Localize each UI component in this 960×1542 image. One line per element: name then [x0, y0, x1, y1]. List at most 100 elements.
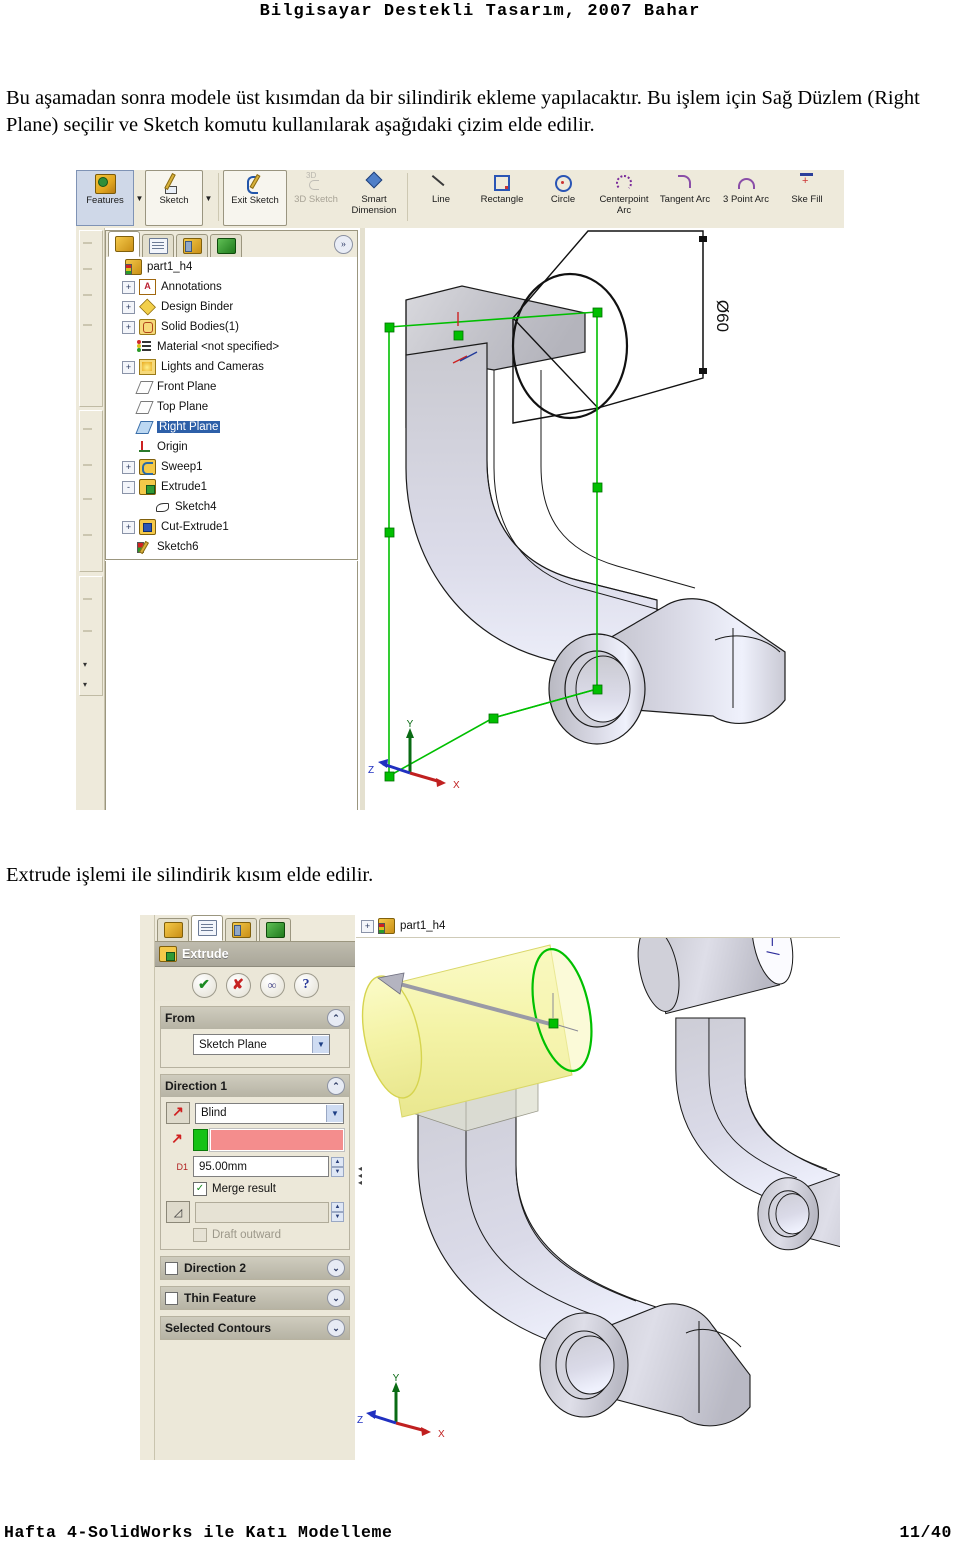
feature-manager-tab[interactable] [157, 918, 189, 941]
toolbar-button-centerpoint-arc[interactable]: Centerpoint Arc [592, 170, 656, 226]
stepper-down[interactable]: ▼ [331, 1212, 344, 1222]
direction2-section-header[interactable]: Direction 2 ⌄ [161, 1257, 349, 1279]
chevron-up-icon[interactable]: ⌃ [327, 1077, 345, 1095]
reverse-direction-button[interactable]: ↗ [166, 1102, 190, 1124]
configuration-manager-tab[interactable] [176, 234, 208, 257]
tree-item-solid-bodies[interactable]: + Solid Bodies(1) [106, 317, 357, 337]
rail-overflow-arrow[interactable]: ▾ [83, 660, 87, 669]
draft-angle-button[interactable]: ◿ [166, 1201, 190, 1223]
direction-reference-field[interactable] [209, 1128, 345, 1152]
chevron-down-icon[interactable]: ▼ [312, 1036, 329, 1053]
toolbar-button-line[interactable]: Line [412, 170, 470, 226]
thin-feature-checkbox[interactable] [165, 1291, 178, 1305]
property-manager-tab[interactable] [142, 234, 174, 257]
tree-item-design-binder[interactable]: + Design Binder [106, 297, 357, 317]
rail-group-1[interactable] [79, 230, 103, 407]
cancel-button[interactable]: ✘ [225, 972, 251, 998]
stepper-up[interactable]: ▲ [331, 1156, 344, 1167]
toolbar-button-sketch[interactable]: Sketch [145, 170, 203, 226]
tree-item-material[interactable]: Material <not specified> [106, 337, 357, 357]
property-manager-tab[interactable] [191, 915, 223, 941]
feature-manager-tab[interactable] [108, 231, 140, 257]
exit-sketch-icon [245, 174, 265, 194]
draft-outward-checkbox[interactable]: Draft outward [193, 1228, 344, 1242]
tree-item-sweep1[interactable]: + Sweep1 [106, 457, 357, 477]
tree-item-label: Sweep1 [161, 461, 203, 473]
tree-expander[interactable]: + [122, 520, 135, 534]
sketch-toolbar: Features ▼ Sketch ▼ Exit Sketch 3D Sketc… [76, 170, 844, 229]
toolbar-button-exit-sketch[interactable]: Exit Sketch [223, 170, 287, 226]
help-button[interactable]: ? [293, 972, 319, 998]
tree-item-annotations[interactable]: + A Annotations [106, 277, 357, 297]
ok-button[interactable]: ✔ [191, 972, 217, 998]
tree-item-cut-extrude1[interactable]: + Cut-Extrude1 [106, 517, 357, 537]
tree-expander[interactable]: + [122, 320, 135, 334]
tree-expander[interactable]: + [122, 300, 135, 314]
selected-contours-section-header[interactable]: Selected Contours ⌄ [161, 1317, 349, 1339]
display-manager-tab[interactable] [259, 918, 291, 941]
toolbar-button-rectangle[interactable]: Rectangle [470, 170, 534, 226]
graphics-viewport-extrude[interactable]: + part1_h4 ◂ ◂ ◂ Y X Z [356, 915, 840, 1460]
chevron-down-icon[interactable]: ⌄ [327, 1319, 345, 1337]
graphics-viewport-sketch[interactable]: Ø60 Y X Z [365, 228, 844, 810]
toolbar-button-3-point-arc[interactable]: 3 Point Arc [714, 170, 778, 226]
stepper-up[interactable]: ▲ [331, 1202, 344, 1212]
direction1-section-header[interactable]: Direction 1 ⌃ [161, 1075, 349, 1097]
merge-result-checkbox[interactable]: ✓ Merge result [193, 1182, 344, 1196]
tree-item-part[interactable]: part1_h4 [106, 257, 357, 277]
viewport-scroll-arrows[interactable]: ◂ ◂ ◂ [358, 1165, 362, 1187]
tree-expander[interactable]: + [122, 460, 135, 474]
tree-item-origin[interactable]: Origin [106, 437, 357, 457]
rail-group-2[interactable] [79, 410, 103, 572]
depth-value: 95.00mm [199, 1160, 247, 1173]
direction2-section: Direction 2 ⌄ [160, 1256, 350, 1280]
tree-expander[interactable]: + [122, 360, 135, 374]
thin-feature-section-header[interactable]: Thin Feature ⌄ [161, 1287, 349, 1309]
chevron-down-icon[interactable]: ▼ [326, 1104, 343, 1122]
toolbar-button-3d-sketch[interactable]: 3D Sketch [287, 170, 345, 226]
tree-expander[interactable]: - [122, 480, 135, 494]
start-condition-select[interactable]: Sketch Plane ▼ [193, 1034, 330, 1055]
from-section-header[interactable]: From ⌃ [161, 1007, 349, 1029]
configuration-manager-tab[interactable] [225, 918, 257, 941]
tree-item-top-plane[interactable]: Top Plane [106, 397, 357, 417]
draft-stepper[interactable]: ▲ ▼ [331, 1202, 344, 1222]
depth-stepper[interactable]: ▲ ▼ [331, 1156, 344, 1177]
tree-item-extrude1[interactable]: - Extrude1 [106, 477, 357, 497]
end-condition-select[interactable]: Blind ▼ [195, 1102, 344, 1124]
chevron-down-icon[interactable]: ⌄ [327, 1259, 345, 1277]
selected-contours-section: Selected Contours ⌄ [160, 1316, 350, 1340]
stepper-down[interactable]: ▼ [331, 1166, 344, 1177]
direction2-checkbox[interactable] [165, 1261, 178, 1275]
tree-expander [122, 542, 133, 553]
chevron-expand-icon[interactable]: » [334, 235, 353, 254]
tree-item-right-plane[interactable]: Right Plane [106, 417, 357, 437]
toolbar-button-features[interactable]: Features [76, 170, 134, 226]
toolbar-button-sketch-fillet[interactable]: Ske Fill [778, 170, 836, 226]
preview-button[interactable]: ∞ [259, 972, 285, 998]
tree-item-lights-and-cameras[interactable]: + Lights and Cameras [106, 357, 357, 377]
display-manager-tab[interactable] [210, 234, 242, 257]
section-title: Thin Feature [184, 1291, 257, 1305]
smart-dimension-icon [364, 173, 384, 193]
toolbar-button-circle[interactable]: Circle [534, 170, 592, 226]
chevron-down-icon[interactable]: ⌄ [327, 1289, 345, 1307]
tree-expander[interactable]: + [361, 919, 374, 933]
document-page: Bilgisayar Destekli Tasarım, 2007 Bahar … [0, 0, 960, 1542]
tree-item-sketch4[interactable]: Sketch4 [106, 497, 357, 517]
sketch-dropdown-arrow[interactable]: ▼ [203, 170, 214, 226]
direction-of-extrusion-icon: ↗ [166, 1130, 188, 1150]
draft-angle-input[interactable] [195, 1201, 329, 1223]
toolbar-button-tangent-arc[interactable]: Tangent Arc [656, 170, 714, 226]
solid-bodies-icon [139, 319, 156, 335]
tree-item-front-plane[interactable]: Front Plane [106, 377, 357, 397]
rail-group-3[interactable] [79, 576, 103, 696]
flyout-feature-tree[interactable]: + part1_h4 [356, 915, 840, 938]
chevron-up-icon[interactable]: ⌃ [327, 1009, 345, 1027]
rail-overflow-arrow[interactable]: ▾ [83, 680, 87, 689]
tree-item-sketch6[interactable]: Sketch6 [106, 537, 357, 557]
toolbar-button-smart-dimension[interactable]: Smart Dimension [345, 170, 403, 226]
depth-input[interactable]: 95.00mm [193, 1156, 329, 1177]
tree-expander[interactable]: + [122, 280, 135, 294]
features-dropdown-arrow[interactable]: ▼ [134, 170, 145, 226]
